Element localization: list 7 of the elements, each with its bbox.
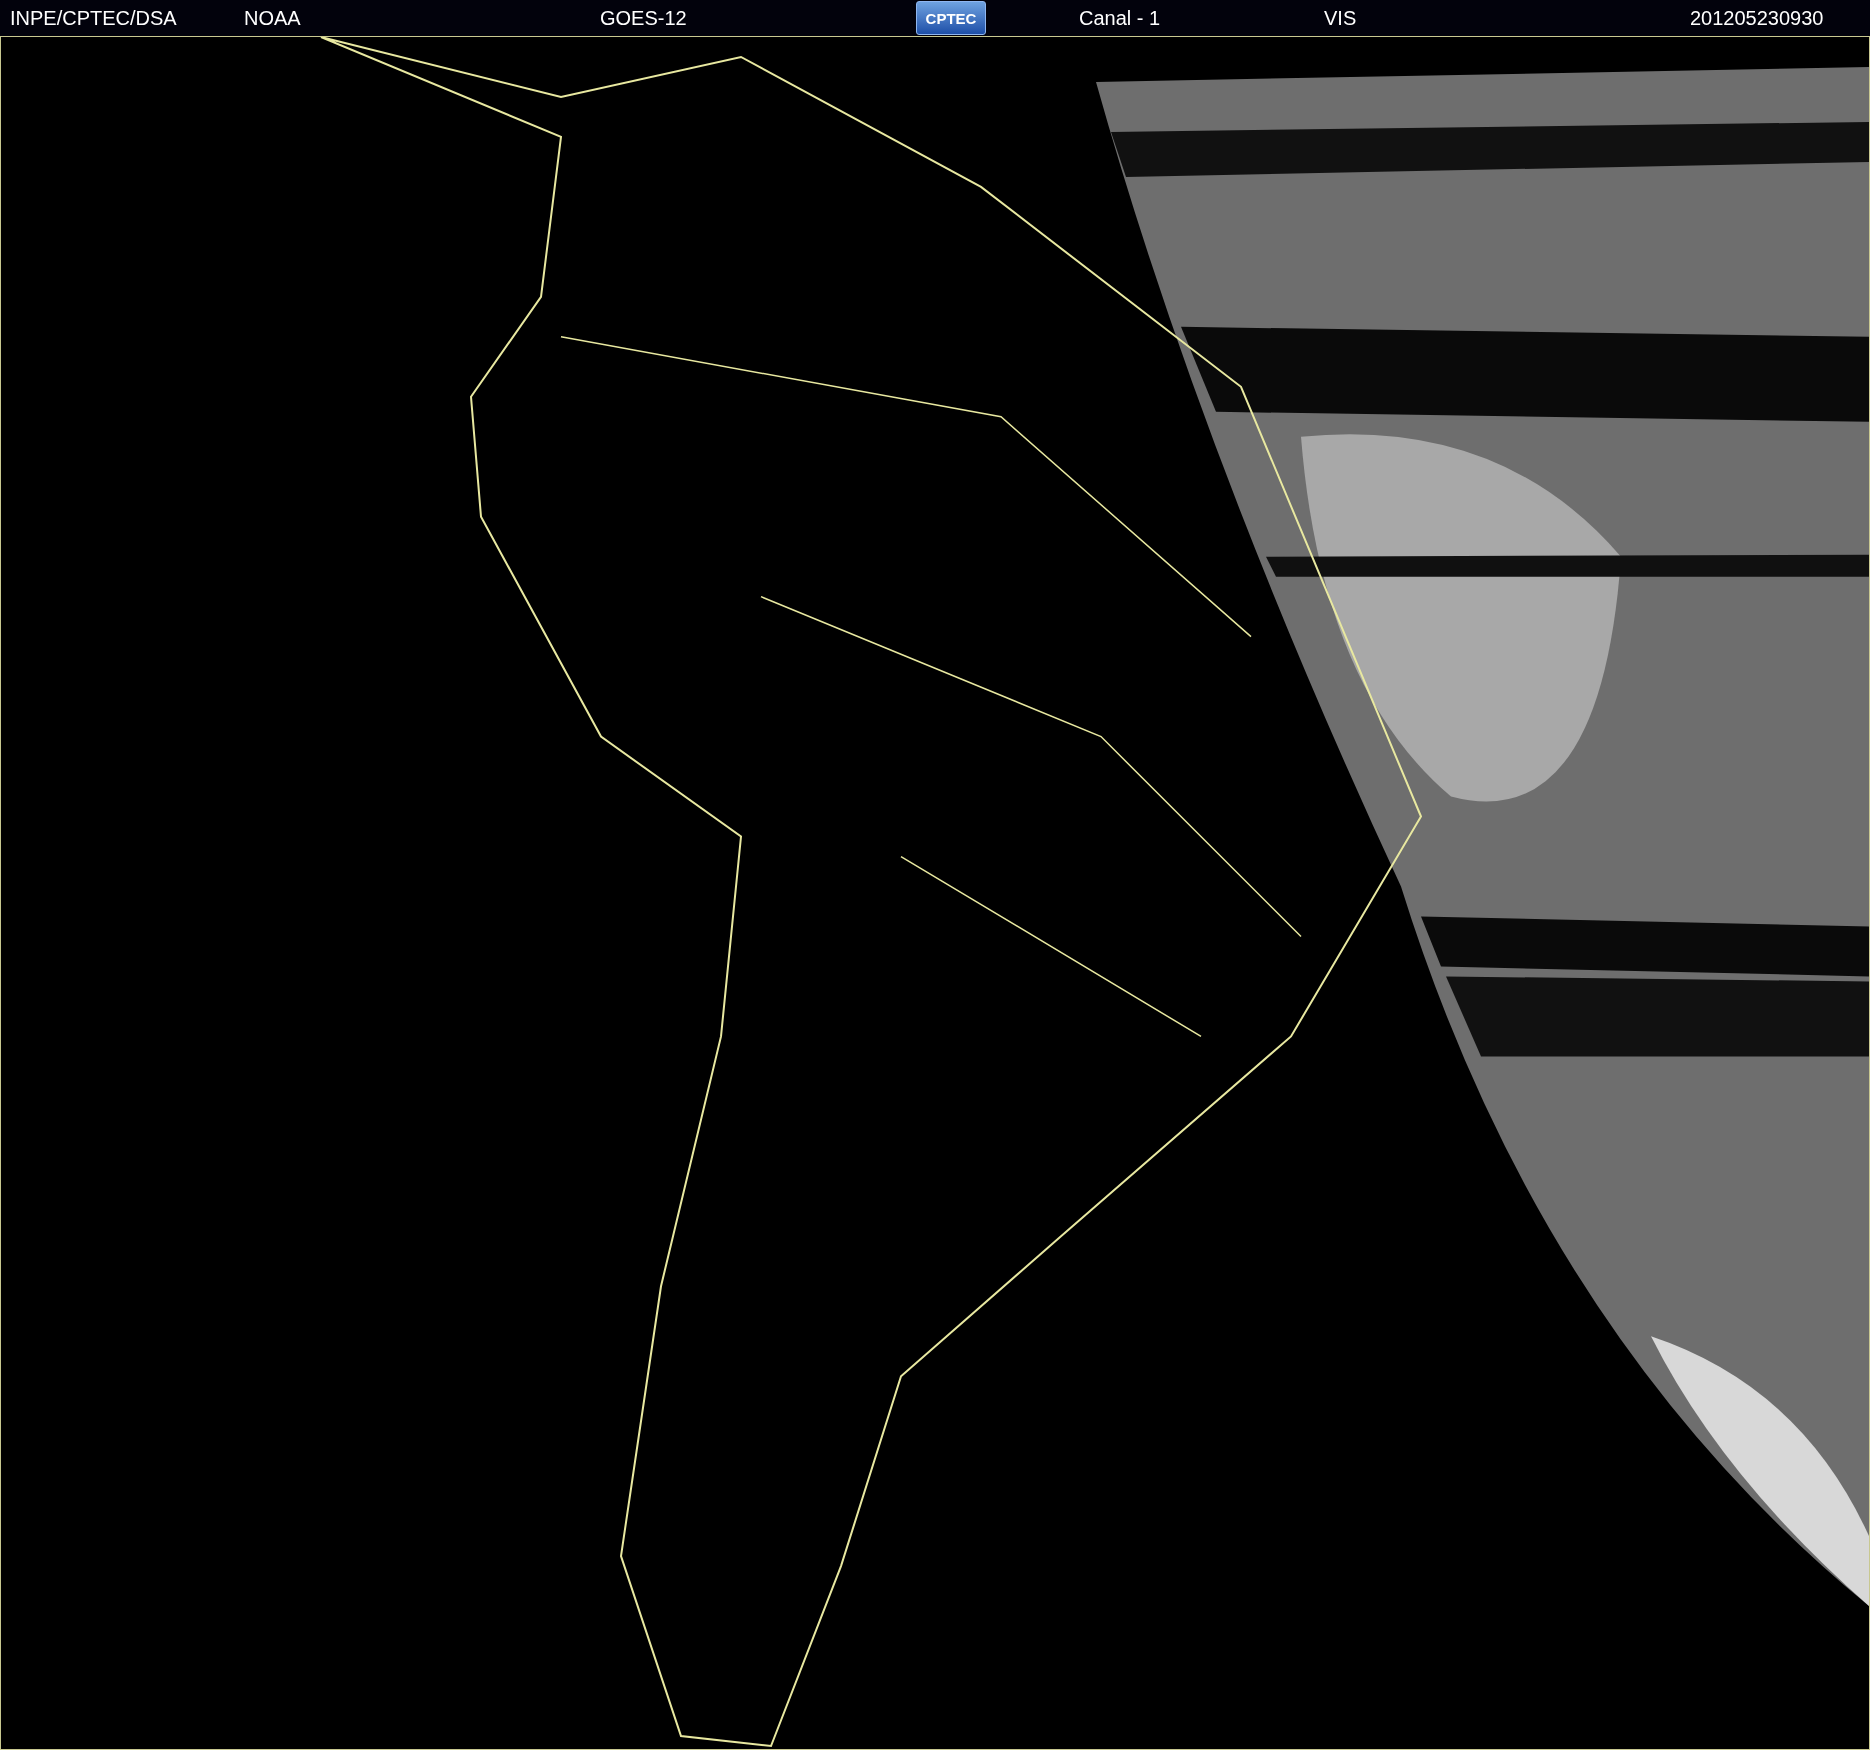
header-label: GOES-12 (600, 6, 687, 30)
header-label: VIS (1324, 6, 1357, 30)
logo: CPTEC (916, 1, 986, 35)
header-label: 201205230930 (1690, 6, 1824, 30)
header-label: NOAA (244, 6, 301, 30)
header-label: INPE/CPTEC/DSA (10, 6, 177, 30)
header-label: Canal - 1 (1079, 6, 1161, 30)
